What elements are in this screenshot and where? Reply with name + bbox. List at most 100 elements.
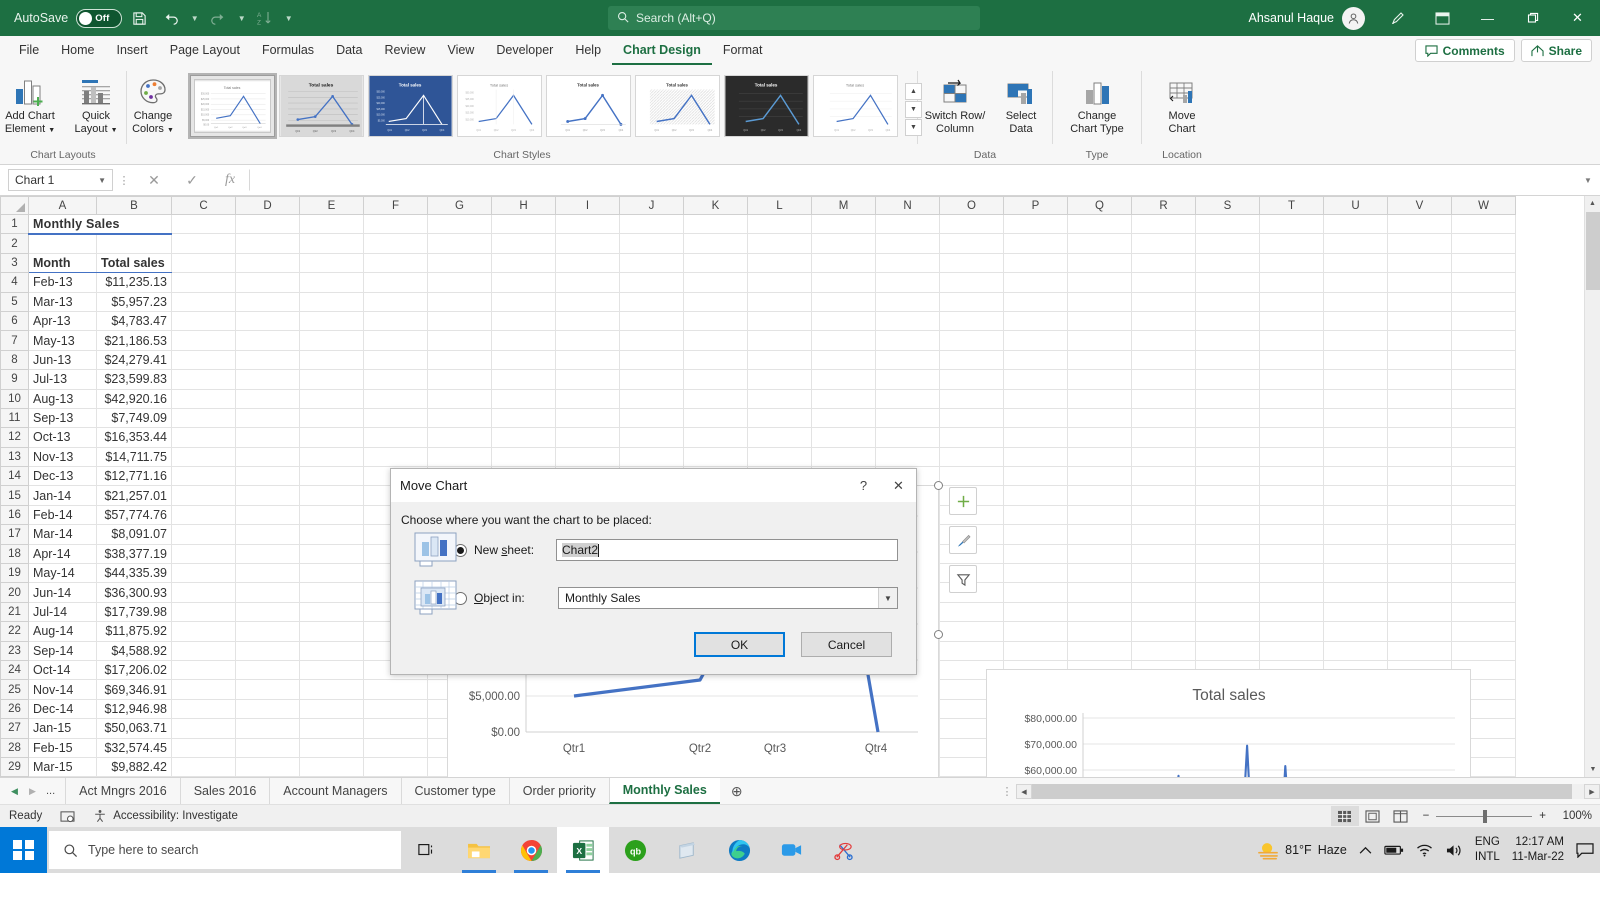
column-header-p[interactable]: P (1003, 196, 1068, 215)
cell[interactable] (171, 679, 236, 700)
cell[interactable] (811, 388, 876, 409)
cell[interactable] (363, 679, 428, 700)
cell[interactable] (1003, 272, 1068, 293)
cell[interactable] (683, 427, 748, 448)
cell[interactable] (491, 407, 556, 429)
scroll-down-icon[interactable]: ▼ (1585, 762, 1600, 777)
cancel-button[interactable]: Cancel (801, 632, 892, 657)
cell-total-sales[interactable]: $8,091.07 (96, 524, 172, 545)
cell-month[interactable]: Apr-13 (28, 310, 97, 332)
row-header-23[interactable]: 23 (0, 640, 29, 661)
cell[interactable] (299, 446, 364, 468)
cell[interactable] (171, 543, 236, 565)
cell[interactable] (491, 349, 556, 371)
cell[interactable] (1387, 369, 1452, 390)
cell[interactable] (619, 213, 684, 235)
cell[interactable] (939, 388, 1004, 409)
undo-dropdown-caret-icon[interactable]: ▼ (188, 14, 201, 23)
cell[interactable] (811, 427, 876, 448)
cell[interactable] (171, 213, 236, 235)
cell[interactable] (363, 213, 428, 235)
cell[interactable] (1323, 446, 1388, 468)
horizontal-scrollbar[interactable] (1032, 784, 1584, 799)
cell[interactable] (939, 369, 1004, 390)
cell[interactable] (1259, 563, 1324, 584)
file-explorer-button[interactable] (453, 827, 505, 873)
cell[interactable] (747, 272, 812, 293)
cell[interactable] (1451, 310, 1516, 332)
cell[interactable] (235, 427, 300, 448)
cell[interactable] (1323, 388, 1388, 409)
cell[interactable] (1003, 388, 1068, 409)
cell[interactable] (1387, 252, 1452, 274)
cell[interactable] (683, 213, 748, 235)
cell[interactable] (427, 310, 492, 332)
cell[interactable] (1259, 446, 1324, 468)
cell[interactable] (1067, 485, 1132, 506)
cell[interactable] (1323, 504, 1388, 526)
chart-styles-button[interactable] (949, 526, 977, 554)
cell[interactable] (1387, 582, 1452, 603)
cell[interactable] (1387, 524, 1452, 545)
recording-macro-button[interactable] (51, 810, 84, 823)
tab-formulas[interactable]: Formulas (251, 36, 325, 65)
cell[interactable] (427, 407, 492, 429)
cell[interactable] (1259, 621, 1324, 642)
row-header-15[interactable]: 15 (0, 485, 29, 506)
cell[interactable] (619, 291, 684, 312)
cell[interactable] (683, 349, 748, 371)
cell[interactable] (1003, 563, 1068, 584)
cell[interactable] (811, 310, 876, 332)
excel-button[interactable]: X (557, 827, 609, 873)
cell[interactable] (1131, 272, 1196, 293)
cell-total-sales[interactable]: $42,920.16 (96, 388, 172, 409)
cell[interactable] (1451, 233, 1516, 254)
cell[interactable] (299, 349, 364, 371)
cell[interactable] (619, 369, 684, 390)
cell[interactable] (683, 252, 748, 274)
cell[interactable] (171, 718, 236, 739)
cell[interactable] (683, 446, 748, 468)
cell[interactable] (555, 310, 620, 332)
cell[interactable] (235, 213, 300, 235)
cell[interactable] (1323, 252, 1388, 274)
confirm-entry-icon[interactable]: ✓ (173, 172, 211, 189)
cell[interactable] (299, 252, 364, 274)
cell[interactable] (363, 698, 428, 720)
cell-month[interactable]: Jan-14 (28, 485, 97, 506)
column-header-a[interactable]: A (28, 196, 97, 215)
cell[interactable] (1067, 446, 1132, 468)
cell[interactable] (1387, 213, 1452, 235)
cell[interactable] (939, 233, 1004, 254)
formula-input[interactable] (249, 169, 1578, 191)
cell[interactable] (619, 388, 684, 409)
cell[interactable] (1195, 504, 1260, 526)
cell[interactable] (1131, 310, 1196, 332)
snip-sketch-button[interactable] (817, 827, 869, 873)
tab-chart-design[interactable]: Chart Design (612, 36, 712, 65)
cell[interactable] (1387, 233, 1452, 254)
cell-total-sales[interactable]: $21,186.53 (96, 330, 172, 351)
cell[interactable] (1323, 601, 1388, 623)
column-header-u[interactable]: U (1323, 196, 1388, 215)
cell[interactable] (1387, 388, 1452, 409)
cell[interactable] (171, 291, 236, 312)
dialog-close-button[interactable]: ✕ (881, 478, 916, 494)
cell[interactable] (1195, 272, 1260, 293)
cell[interactable] (363, 407, 428, 429)
cell[interactable] (299, 310, 364, 332)
cell[interactable] (171, 621, 236, 642)
cell[interactable] (171, 330, 236, 351)
cell-total-sales[interactable]: $24,279.41 (96, 349, 172, 371)
cell[interactable] (1387, 272, 1452, 293)
cell[interactable] (747, 310, 812, 332)
cell[interactable] (1323, 563, 1388, 584)
cell[interactable] (1451, 582, 1516, 603)
cell-total-sales[interactable]: $17,206.02 (96, 659, 172, 681)
cell[interactable] (235, 756, 300, 777)
cell[interactable] (1195, 543, 1260, 565)
zoom-knob[interactable] (1483, 809, 1488, 823)
cell[interactable] (555, 388, 620, 409)
cell[interactable] (1003, 233, 1068, 254)
cell[interactable] (811, 272, 876, 293)
